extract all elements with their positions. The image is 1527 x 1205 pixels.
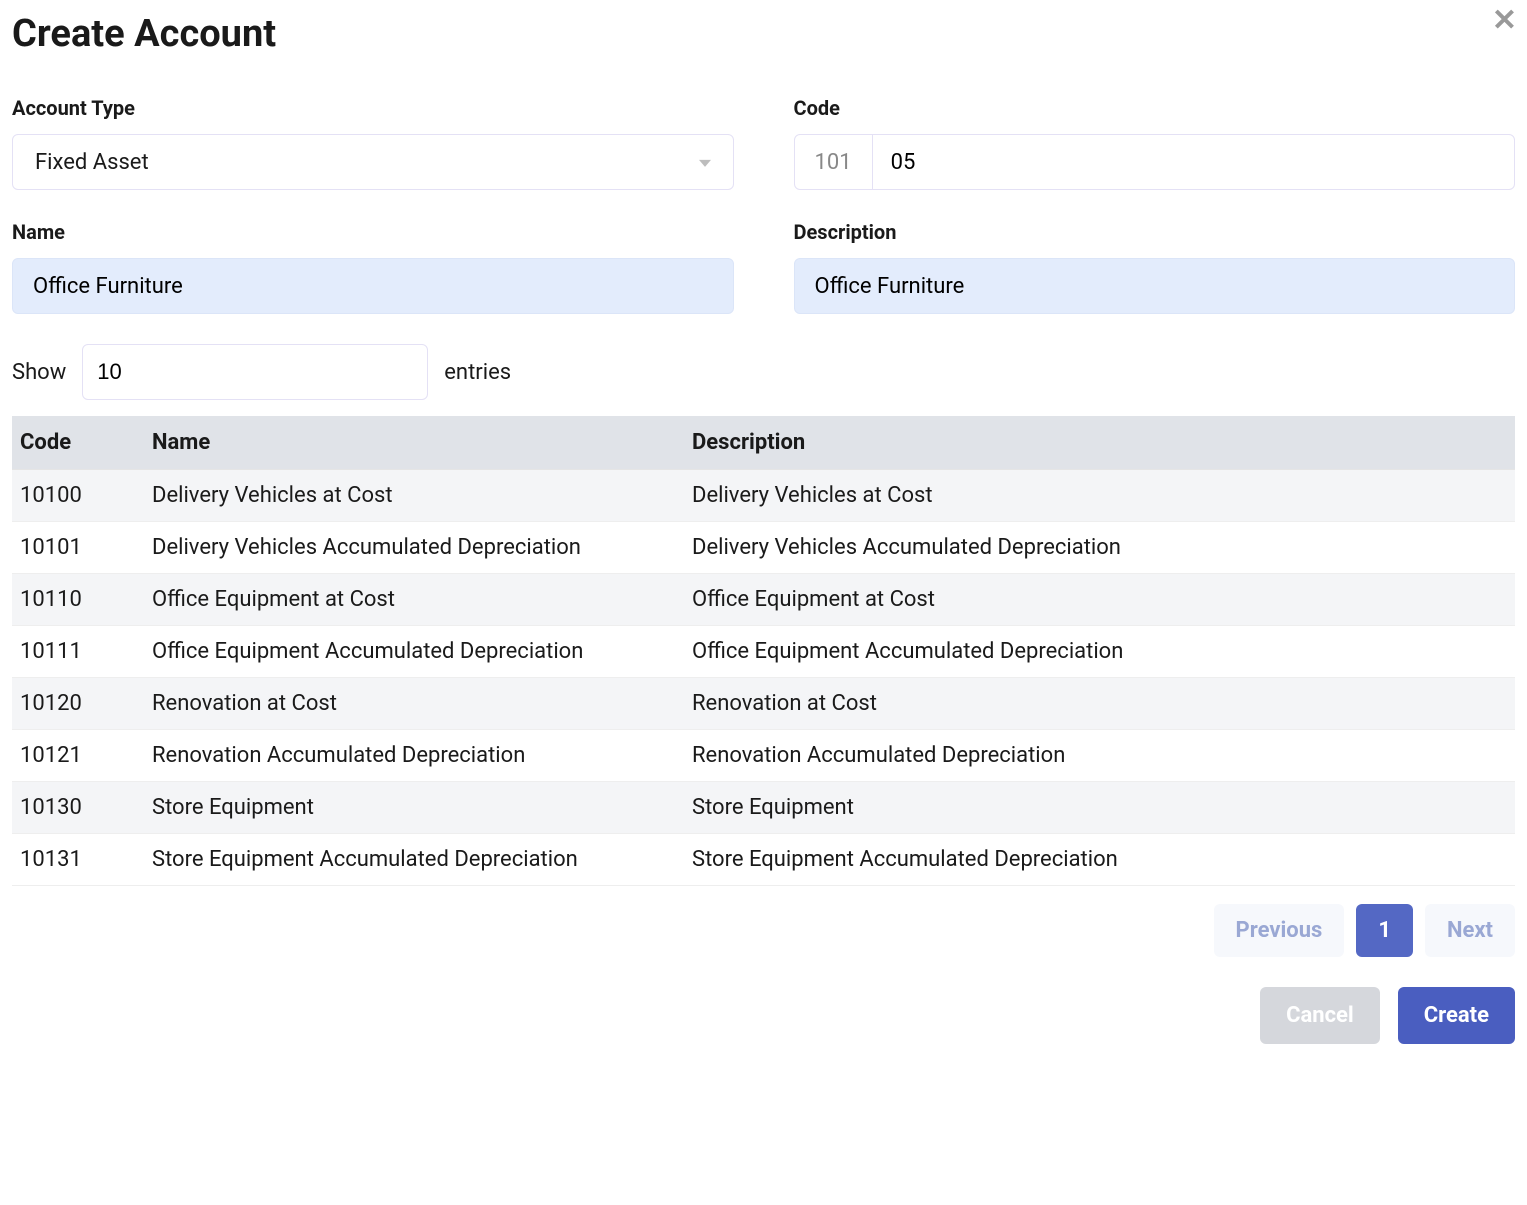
- table-row: 10130Store EquipmentStore Equipment: [12, 782, 1515, 834]
- table-row: 10120Renovation at CostRenovation at Cos…: [12, 678, 1515, 730]
- cell-code: 10110: [12, 574, 142, 626]
- table-row: 10111Office Equipment Accumulated Deprec…: [12, 626, 1515, 678]
- entries-count-select[interactable]: [82, 344, 428, 400]
- cell-code: 10120: [12, 678, 142, 730]
- code-group: Code 101: [794, 96, 1516, 190]
- cell-description: Store Equipment Accumulated Depreciation: [682, 834, 1515, 886]
- cell-code: 10130: [12, 782, 142, 834]
- cell-name: Renovation at Cost: [142, 678, 682, 730]
- table-row: 10121Renovation Accumulated Depreciation…: [12, 730, 1515, 782]
- cell-description: Office Equipment Accumulated Depreciatio…: [682, 626, 1515, 678]
- description-input[interactable]: [794, 258, 1516, 314]
- th-name[interactable]: Name: [142, 416, 682, 470]
- close-icon[interactable]: ✕: [1492, 6, 1517, 36]
- pagination: Previous 1 Next: [12, 904, 1515, 957]
- footer-buttons: Cancel Create: [12, 987, 1515, 1044]
- code-field-wrap: 101: [794, 134, 1516, 190]
- table-row: 10101Delivery Vehicles Accumulated Depre…: [12, 522, 1515, 574]
- previous-button[interactable]: Previous: [1214, 904, 1345, 957]
- cell-name: Delivery Vehicles at Cost: [142, 470, 682, 522]
- cell-code: 10131: [12, 834, 142, 886]
- cell-description: Office Equipment at Cost: [682, 574, 1515, 626]
- cell-code: 10100: [12, 470, 142, 522]
- table-header-row: Code Name Description: [12, 416, 1515, 470]
- code-prefix: 101: [795, 135, 873, 189]
- cell-code: 10101: [12, 522, 142, 574]
- name-label: Name: [12, 220, 734, 244]
- th-description[interactable]: Description: [682, 416, 1515, 470]
- cell-description: Store Equipment: [682, 782, 1515, 834]
- cell-name: Renovation Accumulated Depreciation: [142, 730, 682, 782]
- account-type-label: Account Type: [12, 96, 734, 120]
- cell-name: Store Equipment Accumulated Depreciation: [142, 834, 682, 886]
- table-row: 10131Store Equipment Accumulated Depreci…: [12, 834, 1515, 886]
- account-type-group: Account Type Fixed Asset: [12, 96, 734, 190]
- show-label-after: entries: [444, 360, 511, 385]
- next-button[interactable]: Next: [1425, 904, 1515, 957]
- accounts-table: Code Name Description 10100Delivery Vehi…: [12, 416, 1515, 886]
- cancel-button[interactable]: Cancel: [1260, 987, 1380, 1044]
- description-group: Description: [794, 220, 1516, 314]
- create-button[interactable]: Create: [1398, 987, 1515, 1044]
- code-label: Code: [794, 96, 1516, 120]
- entries-control: Show entries: [12, 344, 1515, 400]
- code-input[interactable]: [873, 135, 1514, 189]
- cell-code: 10121: [12, 730, 142, 782]
- page-number-button[interactable]: 1: [1356, 904, 1413, 957]
- table-row: 10110Office Equipment at CostOffice Equi…: [12, 574, 1515, 626]
- account-type-value: Fixed Asset: [35, 150, 149, 175]
- name-group: Name: [12, 220, 734, 314]
- cell-description: Delivery Vehicles at Cost: [682, 470, 1515, 522]
- table-row: 10100Delivery Vehicles at CostDelivery V…: [12, 470, 1515, 522]
- cell-name: Office Equipment Accumulated Depreciatio…: [142, 626, 682, 678]
- cell-name: Office Equipment at Cost: [142, 574, 682, 626]
- th-code[interactable]: Code: [12, 416, 142, 470]
- cell-name: Store Equipment: [142, 782, 682, 834]
- show-label-before: Show: [12, 360, 66, 385]
- cell-description: Renovation at Cost: [682, 678, 1515, 730]
- chevron-down-icon: [699, 160, 711, 167]
- cell-description: Delivery Vehicles Accumulated Depreciati…: [682, 522, 1515, 574]
- page-title: Create Account: [12, 12, 276, 56]
- cell-code: 10111: [12, 626, 142, 678]
- name-input[interactable]: [12, 258, 734, 314]
- cell-description: Renovation Accumulated Depreciation: [682, 730, 1515, 782]
- cell-name: Delivery Vehicles Accumulated Depreciati…: [142, 522, 682, 574]
- account-type-select[interactable]: Fixed Asset: [12, 134, 734, 190]
- description-label: Description: [794, 220, 1516, 244]
